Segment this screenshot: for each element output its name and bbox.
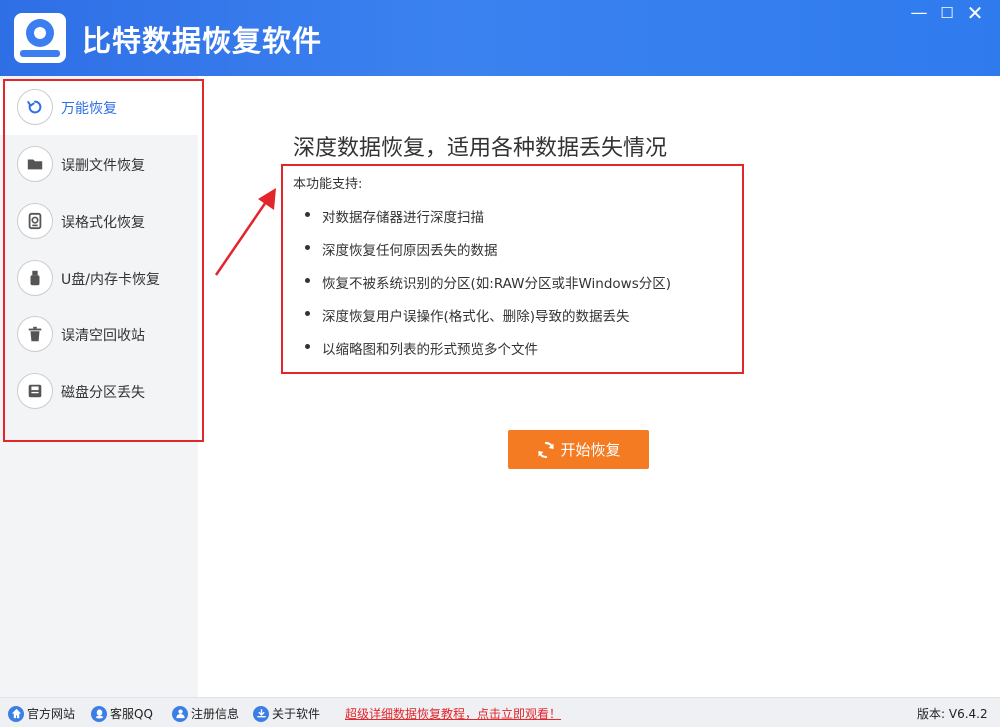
close-button[interactable]: ✕	[962, 2, 988, 24]
feature-text: 恢复不被系统识别的分区(如:RAW分区或非Windows分区)	[322, 276, 672, 292]
start-recovery-button[interactable]: 开始恢复	[508, 430, 649, 469]
feature-highlight-box: 本功能支持: 对数据存储器进行深度扫描 深度恢复任何原因丢失的数据 恢复不被系统…	[281, 164, 744, 374]
register-label: 注册信息	[191, 707, 240, 721]
maximize-button[interactable]: ☐	[934, 2, 960, 24]
app-logo-icon	[14, 13, 66, 63]
list-item: 以缩略图和列表的形式预览多个文件	[305, 338, 671, 371]
list-item: 恢复不被系统识别的分区(如:RAW分区或非Windows分区)	[305, 272, 671, 305]
annotation-arrow-icon	[214, 188, 276, 276]
list-item: 对数据存储器进行深度扫描	[305, 206, 671, 239]
feature-text: 对数据存储器进行深度扫描	[322, 210, 484, 226]
home-icon	[8, 705, 24, 722]
support-qq-label: 客服QQ	[110, 707, 153, 721]
title-bar: 比特数据恢复软件 — ☐ ✕	[0, 0, 1000, 76]
tutorial-link[interactable]: 超级详细数据恢复教程，点击立即观看！	[345, 705, 561, 722]
user-icon	[172, 705, 188, 722]
bullet-icon	[305, 212, 310, 217]
register-info-link[interactable]: 注册信息	[172, 705, 239, 722]
bullet-icon	[305, 344, 310, 349]
qq-icon	[91, 705, 107, 722]
support-qq-link[interactable]: 客服QQ	[91, 705, 153, 722]
website-label: 官方网站	[27, 707, 76, 721]
bullet-icon	[305, 311, 310, 316]
feature-text: 以缩略图和列表的形式预览多个文件	[322, 342, 538, 358]
page-title: 深度数据恢复，适用各种数据丢失情况	[293, 136, 668, 161]
app-title: 比特数据恢复软件	[82, 24, 323, 58]
version-label: 版本: V6.4.2	[917, 707, 988, 721]
sidebar-highlight-frame	[3, 79, 204, 442]
minimize-button[interactable]: —	[906, 2, 932, 24]
feature-text: 深度恢复任何原因丢失的数据	[322, 243, 498, 259]
bullet-icon	[305, 245, 310, 250]
bullet-icon	[305, 278, 310, 283]
info-icon	[253, 705, 269, 722]
recover-icon	[538, 441, 555, 458]
status-bar: 官方网站 客服QQ 注册信息 关于软件 超级详细数据恢复教程，点击立即观看！ 版…	[0, 697, 1000, 727]
features-heading: 本功能支持:	[293, 177, 363, 192]
start-button-label: 开始恢复	[560, 441, 621, 459]
feature-text: 深度恢复用户误操作(格式化、删除)导致的数据丢失	[322, 309, 630, 325]
about-label: 关于软件	[272, 707, 321, 721]
feature-list: 对数据存储器进行深度扫描 深度恢复任何原因丢失的数据 恢复不被系统识别的分区(如…	[305, 206, 671, 371]
list-item: 深度恢复任何原因丢失的数据	[305, 239, 671, 272]
website-link[interactable]: 官方网站	[8, 705, 75, 722]
about-link[interactable]: 关于软件	[253, 705, 320, 722]
list-item: 深度恢复用户误操作(格式化、删除)导致的数据丢失	[305, 305, 671, 338]
